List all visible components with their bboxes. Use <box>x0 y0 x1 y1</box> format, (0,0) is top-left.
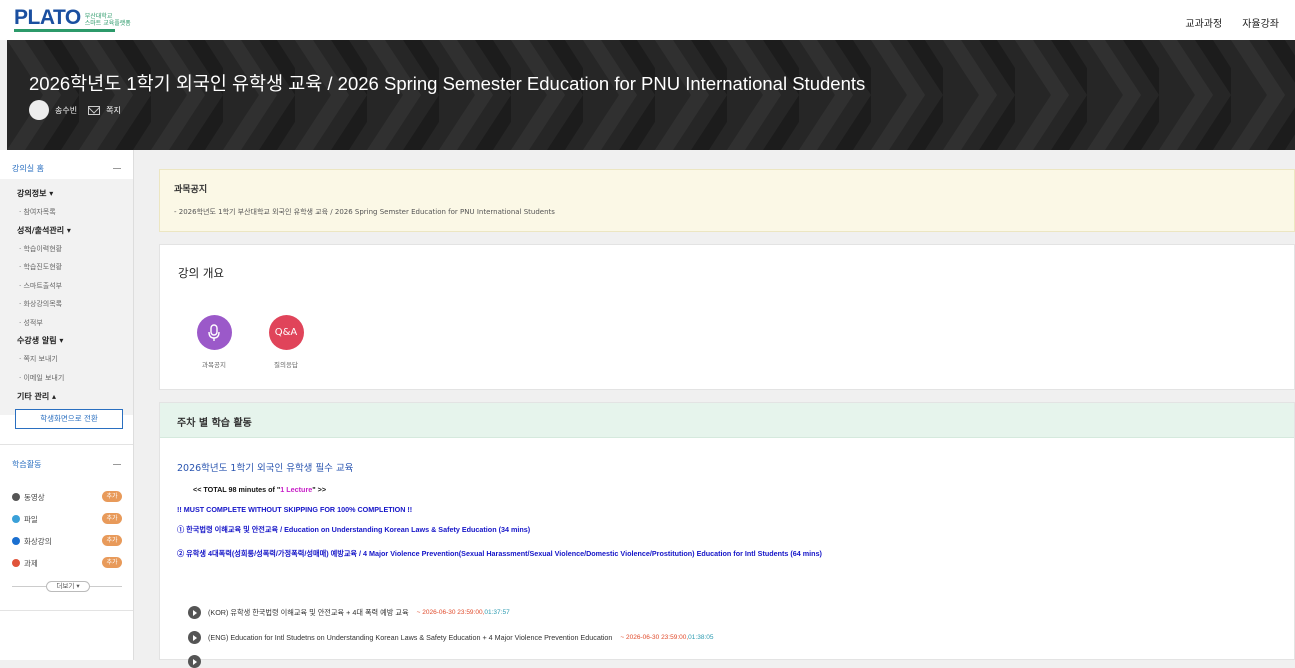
sidebar-item-send-message[interactable]: · 쪽지 보내기 <box>19 354 58 364</box>
video-deadline: ~ 2026-06-30 23:59:00, <box>416 609 485 616</box>
collapse-icon[interactable] <box>113 464 121 465</box>
professor-row: 송수빈 쪽지 <box>29 100 121 120</box>
add-badge[interactable]: 추가 <box>102 557 122 568</box>
video-duration: 01:37:57 <box>484 609 510 616</box>
avatar[interactable] <box>29 100 49 120</box>
sidebar-divider <box>0 444 133 445</box>
weekly-title: 주차 별 학습 활동 <box>177 418 252 429</box>
activity-label: 동영상 <box>24 492 45 502</box>
assignment-icon <box>12 559 20 567</box>
sidebar-section-notifications[interactable]: 수강생 알림 ▾ <box>17 335 63 346</box>
qna-icon[interactable]: Q&A <box>268 315 304 350</box>
nav-open-courses[interactable]: 자율강좌 <box>1242 15 1279 30</box>
more-button[interactable]: 더보기 ▾ <box>46 581 90 592</box>
activity-label: 파일 <box>24 514 38 524</box>
sidebar-section-grades[interactable]: 성적/출석관리 ▾ <box>17 225 71 236</box>
weekly-header: 주차 별 학습 활동 <box>160 403 1294 438</box>
activity-section-label: 학습활동 <box>12 460 42 469</box>
sidebar-home-link[interactable]: 강의실 홈 <box>12 163 44 174</box>
lecture-line-1: ① 한국법령 이해교육 및 안전교육 / Education on Unders… <box>177 525 531 534</box>
logo-underline <box>14 29 115 32</box>
play-icon[interactable] <box>188 606 201 619</box>
logo-sub-line1: 부산대학교 <box>84 13 113 20</box>
plato-logo[interactable]: PLATO 부산대학교 스마트 교육플랫폼 <box>14 7 131 29</box>
video-row[interactable]: (ENG) Education for Intl Studetns on Und… <box>188 631 713 644</box>
sidebar-section-other[interactable]: 기타 관리 ▴ <box>17 391 56 402</box>
course-title: 2026학년도 1학기 외국인 유학생 교육 / 2026 Spring Sem… <box>29 73 866 94</box>
activity-item-video-conference[interactable]: 화상강의 추가 <box>12 535 122 547</box>
course-overview-panel: 강의 개요 과목공지 Q&A 질의응답 <box>159 244 1295 390</box>
message-link[interactable]: 쪽지 <box>106 105 121 116</box>
sidebar-item-send-email[interactable]: · 이메일 보내기 <box>19 373 64 383</box>
file-icon <box>12 515 20 523</box>
top-bar: PLATO 부산대학교 스마트 교육플랫폼 교과과정 자율강좌 <box>0 0 1295 40</box>
switch-to-student-view-button[interactable]: 학생화면으로 전환 <box>15 409 123 429</box>
lecture-line-2: ② 유학생 4대폭력(성희롱/성폭력/가정폭력/성매매) 예방교육 / 4 Ma… <box>177 549 822 558</box>
total-prefix: << TOTAL 98 minutes of " <box>193 485 281 494</box>
sidebar-divider <box>0 610 133 611</box>
video-row-partial[interactable] <box>188 655 208 668</box>
top-nav: 교과과정 자율강좌 <box>1185 15 1279 30</box>
nav-curriculum[interactable]: 교과과정 <box>1185 15 1222 30</box>
overview-item-qna[interactable]: Q&A 질의응답 <box>256 315 316 369</box>
section-title[interactable]: 2026학년도 1학기 외국인 유학생 필수 교육 <box>177 460 353 474</box>
sidebar-item-gradebook[interactable]: · 성적부 <box>19 318 43 328</box>
add-badge[interactable]: 추가 <box>102 535 122 546</box>
total-highlight: 1 Lecture <box>280 485 313 494</box>
add-badge[interactable]: 추가 <box>102 491 122 502</box>
total-suffix: " >> <box>312 485 327 494</box>
activity-label: 과제 <box>24 558 38 568</box>
play-icon[interactable] <box>188 655 201 668</box>
professor-name: 송수빈 <box>55 105 78 115</box>
activity-item-file[interactable]: 파일 추가 <box>12 513 122 525</box>
activity-label: 화상강의 <box>24 536 52 546</box>
sidebar-item-video-lectures[interactable]: · 화상강의목록 <box>19 299 62 309</box>
logo-text: PLATO <box>14 6 81 29</box>
sidebar: 강의실 홈 강의정보 ▾ · 참여자목록 성적/출석관리 ▾ · 학습이력현황 … <box>0 150 134 660</box>
total-minutes-line: << TOTAL 98 minutes of "1 Lecture" >> <box>193 485 326 494</box>
weekly-activities-panel: 주차 별 학습 활동 2026학년도 1학기 외국인 유학생 필수 교육 << … <box>159 402 1295 668</box>
video-duration: 01:38:05 <box>688 634 714 641</box>
more-row: 더보기 ▾ <box>12 581 122 592</box>
sidebar-item-smart-attendance[interactable]: · 스마트출석부 <box>19 281 62 291</box>
add-badge[interactable]: 추가 <box>102 513 122 524</box>
notice-text[interactable]: - 2026학년도 1학기 부산대학교 외국인 유학생 교육 / 2026 Sp… <box>174 207 555 217</box>
video-deadline: ~ 2026-06-30 23:59:00, <box>620 634 689 641</box>
sidebar-item-participants[interactable]: · 참여자목록 <box>19 207 56 217</box>
play-icon[interactable] <box>188 631 201 644</box>
logo-subtitle: 부산대학교 스마트 교육플랫폼 <box>85 13 131 29</box>
course-banner: 2026학년도 1학기 외국인 유학생 교육 / 2026 Spring Sem… <box>7 40 1295 150</box>
sidebar-item-learning-progress[interactable]: · 학습진도현황 <box>19 262 62 272</box>
sidebar-section-course-info[interactable]: 강의정보 ▾ <box>17 188 53 199</box>
video-icon <box>12 493 20 501</box>
microphone-icon[interactable] <box>196 315 232 350</box>
activity-item-assignment[interactable]: 과제 추가 <box>12 557 122 569</box>
activity-item-video[interactable]: 동영상 추가 <box>12 491 122 503</box>
overview-item-label: 질의응답 <box>274 361 298 369</box>
logo-sub-line2: 스마트 교육플랫폼 <box>84 20 131 27</box>
notice-title: 과목공지 <box>174 185 208 195</box>
must-complete-line: !! MUST COMPLETE WITHOUT SKIPPING FOR 10… <box>177 505 413 514</box>
video-conference-icon <box>12 537 20 545</box>
sidebar-item-learning-history[interactable]: · 학습이력현황 <box>19 244 62 254</box>
course-notice-panel: 과목공지 - 2026학년도 1학기 부산대학교 외국인 유학생 교육 / 20… <box>159 169 1295 232</box>
overview-item-label: 과목공지 <box>202 361 226 369</box>
overview-title: 강의 개요 <box>178 266 224 280</box>
mail-icon[interactable] <box>88 105 101 115</box>
video-title[interactable]: (ENG) Education for Intl Studetns on Und… <box>208 633 612 642</box>
video-row[interactable]: (KOR) 유학생 한국법령 이해교육 및 안전교육 + 4대 폭력 예방 교육… <box>188 606 510 619</box>
collapse-icon[interactable] <box>113 168 121 169</box>
video-title[interactable]: (KOR) 유학생 한국법령 이해교육 및 안전교육 + 4대 폭력 예방 교육 <box>208 608 409 618</box>
overview-item-notice[interactable]: 과목공지 <box>184 315 244 369</box>
